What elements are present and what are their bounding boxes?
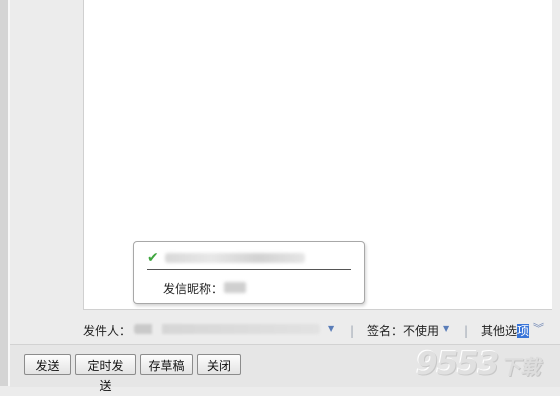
selected-email-blurred[interactable]	[165, 253, 305, 263]
close-button[interactable]: 关闭	[197, 354, 241, 375]
watermark-suffix: 下载	[500, 355, 541, 379]
sender-account-popup: ✔ 发信昵称：	[133, 241, 365, 304]
nickname-label: 发信昵称：	[163, 282, 224, 296]
sender-label: 发件人：	[83, 324, 132, 338]
checkmark-icon: ✔	[147, 250, 159, 266]
save-draft-button[interactable]: 存草稿	[140, 354, 193, 375]
signature-label: 签名：	[367, 324, 404, 338]
separator: |	[464, 324, 469, 338]
sender-account-blurred[interactable]	[134, 324, 320, 334]
timed-send-button[interactable]: 定时发送	[75, 354, 136, 393]
nickname-value-blurred	[224, 282, 246, 293]
chevron-down-icon[interactable]: ︾	[533, 320, 544, 336]
send-button[interactable]: 发送	[24, 354, 71, 375]
other-options-link[interactable]: 其他选项	[481, 322, 530, 339]
site-watermark-logo: 9553 下载	[416, 346, 540, 382]
watermark-number: 9553	[416, 346, 499, 382]
other-options-selected-char: 项	[517, 324, 530, 338]
popup-divider	[147, 269, 351, 270]
other-options-text: 其他选	[481, 324, 518, 338]
right-edge	[552, 0, 560, 340]
signature-dropdown-icon[interactable]: ▼	[443, 324, 449, 333]
sender-row: 发件人： ▼ | 签名： 不使用 ▼ | 其他选项 ︾	[0, 316, 560, 338]
signature-value[interactable]: 不使用	[403, 322, 439, 339]
sender-dropdown-icon[interactable]: ▼	[328, 324, 334, 333]
separator: |	[350, 324, 355, 338]
